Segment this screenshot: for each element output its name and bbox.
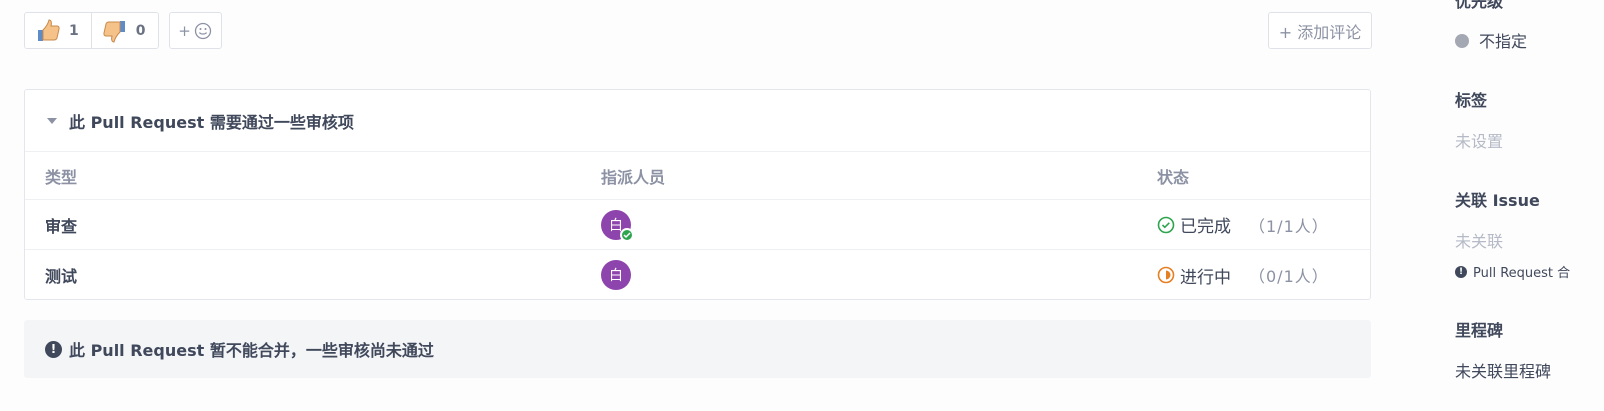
table-row: 审查 白 已完成 （1/1人） <box>25 200 1370 250</box>
milestone-title: 里程碑 <box>1455 321 1504 340</box>
linked-issue-title: 关联 Issue <box>1455 191 1540 210</box>
status-text: 已完成 <box>1180 217 1231 237</box>
sidebar: 优先级 不指定 标签 未设置 关联 Issue 未关联 ! Pull Reques… <box>1455 0 1604 411</box>
column-header-type: 类型 <box>45 167 78 187</box>
priority-title: 优先级 <box>1455 0 1504 11</box>
status-count: （0/1人） <box>1249 267 1329 286</box>
issue-note-text: Pull Request 合 <box>1473 266 1571 281</box>
thumbs-up-icon <box>38 18 60 41</box>
assignee-cell: 白 <box>601 260 631 290</box>
thumbs-down-reaction[interactable]: 0 <box>90 13 158 48</box>
review-type: 审查 <box>45 216 78 236</box>
status-text: 进行中 <box>1180 267 1231 288</box>
avatar-initial: 白 <box>609 268 623 284</box>
reaction-group: 1 0 <box>24 12 159 49</box>
merge-blocked-notice: ! 此 Pull Request 暂不能合并，一些审核尚未通过 <box>24 320 1371 378</box>
collapse-caret-icon[interactable] <box>47 117 57 124</box>
half-circle-progress-icon <box>1157 266 1175 284</box>
review-panel-title: 此 Pull Request 需要通过一些审核项 <box>69 112 354 132</box>
priority-value-text: 不指定 <box>1479 32 1528 51</box>
review-type: 测试 <box>45 267 78 286</box>
thumbs-up-count: 1 <box>69 22 79 39</box>
labels-title: 标签 <box>1455 91 1488 110</box>
review-table-header: 类型 指派人员 状态 <box>25 152 1370 200</box>
thumbs-up-reaction[interactable]: 1 <box>25 13 91 48</box>
status-count: （1/1人） <box>1249 216 1329 236</box>
priority-dot-icon <box>1455 34 1469 48</box>
issue-note: ! Pull Request 合 <box>1455 262 1570 281</box>
add-comment-button[interactable]: + 添加评论 <box>1268 12 1372 49</box>
status-cell: 进行中 （0/1人） <box>1157 263 1329 288</box>
labels-value[interactable]: 未设置 <box>1455 128 1503 152</box>
check-circle-icon <box>1157 216 1175 233</box>
column-header-assignee: 指派人员 <box>601 167 666 187</box>
column-header-status: 状态 <box>1157 167 1190 187</box>
thumbs-down-icon <box>103 20 125 43</box>
status-cell: 已完成 （1/1人） <box>1157 212 1329 237</box>
priority-value[interactable]: 不指定 <box>1455 28 1527 52</box>
approved-check-icon <box>620 227 634 242</box>
avatar[interactable]: 白 <box>601 260 631 290</box>
milestone-value[interactable]: 未关联里程碑 <box>1455 358 1551 382</box>
assignee-cell: 白 <box>601 209 634 242</box>
smiley-icon <box>194 22 211 39</box>
avatar[interactable]: 白 <box>601 209 634 242</box>
add-reaction-plus: + <box>178 21 191 40</box>
reaction-bar: 1 0 + <box>24 12 222 49</box>
review-panel: 此 Pull Request 需要通过一些审核项 类型 指派人员 状态 审查 白… <box>24 89 1371 300</box>
review-panel-header: 此 Pull Request 需要通过一些审核项 <box>25 90 1370 152</box>
table-row: 测试 白 进行中 （0/1人） <box>25 250 1370 300</box>
linked-issue-value[interactable]: 未关联 <box>1455 228 1503 252</box>
exclamation-icon: ! <box>1455 265 1467 278</box>
thumbs-down-count: 0 <box>135 22 146 39</box>
exclamation-icon: ! <box>45 340 62 358</box>
add-reaction-button[interactable]: + <box>168 12 222 49</box>
merge-notice-text: 此 Pull Request 暂不能合并，一些审核尚未通过 <box>69 341 434 360</box>
